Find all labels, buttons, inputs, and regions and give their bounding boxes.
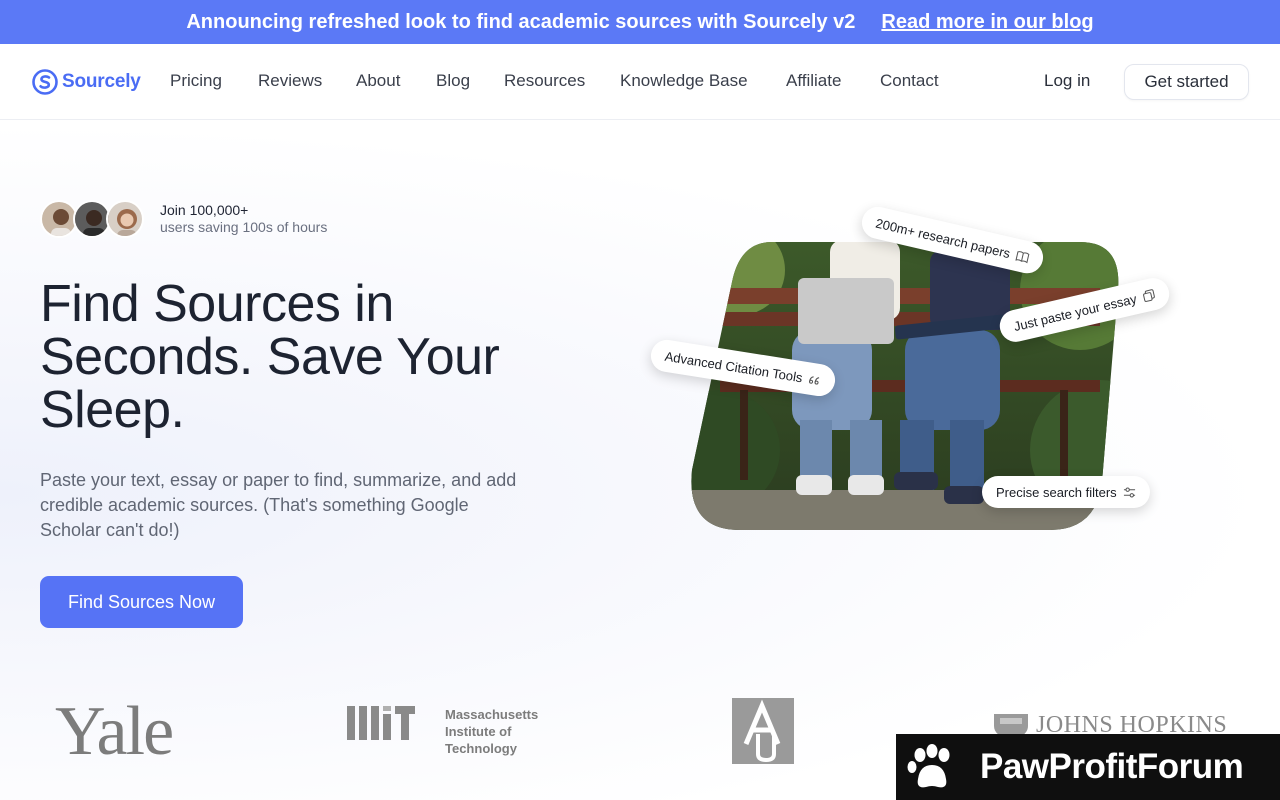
quote-icon xyxy=(809,375,820,385)
social-proof-count: Join 100,000+ xyxy=(160,202,249,218)
nav-affiliate[interactable]: Affiliate xyxy=(786,71,841,91)
find-sources-now-button[interactable]: Find Sources Now xyxy=(40,576,243,628)
brand-name: Sourcely xyxy=(62,71,141,92)
copy-icon xyxy=(1142,288,1155,302)
sliders-icon xyxy=(1123,487,1135,497)
mit-line: Technology xyxy=(445,741,517,756)
hero-subtext: Paste your text, essay or paper to find,… xyxy=(40,470,517,540)
watermark-text: PawProfitForum xyxy=(980,747,1244,786)
chip-search-filters: Precise search filters xyxy=(982,476,1150,508)
get-started-button[interactable]: Get started xyxy=(1124,64,1249,100)
announcement-bar: Announcing refreshed look to find academ… xyxy=(0,0,1280,44)
social-proof: Join 100,000+ users saving 100s of hours xyxy=(160,202,327,235)
nav-blog[interactable]: Blog xyxy=(436,71,470,91)
chip-search-filters-label: Precise search filters xyxy=(996,484,1117,500)
mit-line: Institute of xyxy=(445,724,512,739)
paw-icon xyxy=(907,744,950,788)
mit-line: Massachusetts xyxy=(445,707,539,722)
nav-pricing[interactable]: Pricing xyxy=(170,71,222,91)
announcement-blog-link[interactable]: Read more in our blog xyxy=(881,11,1093,34)
book-open-icon xyxy=(1015,250,1030,263)
yale-logo: Yale xyxy=(55,693,174,770)
watermark-banner: PawProfitForum xyxy=(896,734,1280,800)
nav-contact[interactable]: Contact xyxy=(880,71,939,91)
nav-about[interactable]: About xyxy=(356,71,400,91)
announcement-message: Announcing refreshed look to find academ… xyxy=(186,10,856,33)
nav-knowledge-base[interactable]: Knowledge Base xyxy=(620,71,748,91)
mit-logo xyxy=(347,706,415,740)
brand-logo[interactable]: Sourcely xyxy=(32,68,141,96)
social-proof-caption: users saving 100s of hours xyxy=(160,219,328,235)
nav-resources[interactable]: Resources xyxy=(504,71,585,91)
nav-reviews[interactable]: Reviews xyxy=(258,71,322,91)
avatar xyxy=(106,200,144,238)
login-link[interactable]: Log in xyxy=(1044,71,1090,91)
site-header: Sourcely Pricing Reviews About Blog Reso… xyxy=(0,44,1280,120)
american-university-logo xyxy=(732,698,794,764)
hero-headline: Find Sources in Seconds. Save Your Sleep… xyxy=(40,275,500,439)
sourcely-s-icon xyxy=(32,69,58,95)
mit-wordmark: Massachusetts Institute of Technology xyxy=(445,706,538,757)
hero-photo: 200m+ research papers Just paste your es… xyxy=(648,203,1173,540)
